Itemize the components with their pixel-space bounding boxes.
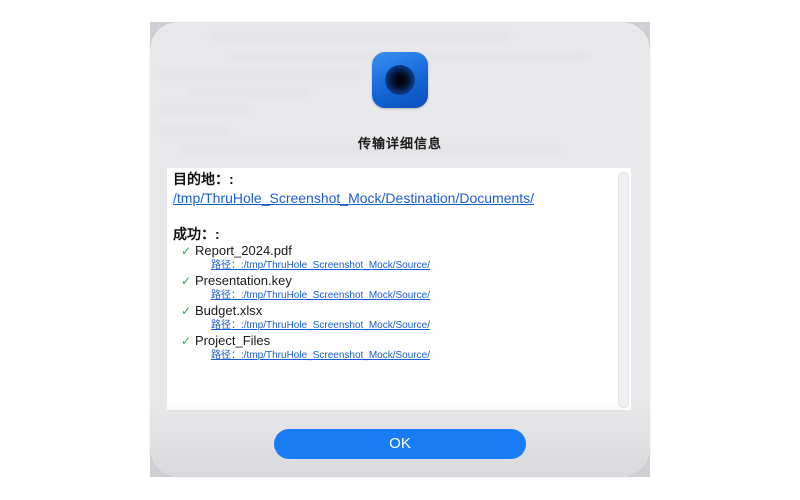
ok-button[interactable]: OK [274,429,526,459]
destination-label: 目的地：: [173,171,234,187]
destination-path-link[interactable]: /tmp/ThruHole_Screenshot_Mock/Destinatio… [173,189,613,207]
file-name: Budget.xlsx [195,303,263,318]
details-scroll-area[interactable]: 目的地：: /tmp/ThruHole_Screenshot_Mock/Dest… [167,168,631,410]
hole-graphic [385,65,415,95]
file-name: Report_2024.pdf [195,243,292,258]
check-icon: ✓ [181,334,192,348]
dialog-title: 传输详细信息 [357,136,442,151]
file-path-link[interactable]: 路径：:/tmp/ThruHole_Screenshot_Mock/Source… [211,349,613,363]
file-name: Presentation.key [195,273,292,288]
file-path-link[interactable]: 路径：:/tmp/ThruHole_Screenshot_Mock/Source… [211,289,613,303]
file-item-budget: ✓ Budget.xlsx [181,303,613,319]
screen: 传输详细信息 目的地：: /tmp/ThruHole_Screenshot_Mo… [0,0,800,500]
file-item-presentation: ✓ Presentation.key [181,273,613,289]
file-path-link[interactable]: 路径：:/tmp/ThruHole_Screenshot_Mock/Source… [211,319,613,333]
file-name: Project_Files [195,333,271,348]
transfer-details-dialog: 传输详细信息 目的地：: /tmp/ThruHole_Screenshot_Mo… [150,22,650,477]
check-icon: ✓ [181,274,192,288]
file-item-report: ✓ Report_2024.pdf [181,243,613,259]
file-path-link[interactable]: 路径：:/tmp/ThruHole_Screenshot_Mock/Source… [211,259,613,273]
file-item-project-files: ✓ Project_Files [181,333,613,349]
success-label: 成功：: [173,226,220,242]
thruhole-app-icon [372,52,428,108]
check-icon: ✓ [181,244,192,258]
details-content: 目的地：: /tmp/ThruHole_Screenshot_Mock/Dest… [173,170,613,363]
check-icon: ✓ [181,304,192,318]
vertical-scrollbar[interactable] [618,172,629,408]
